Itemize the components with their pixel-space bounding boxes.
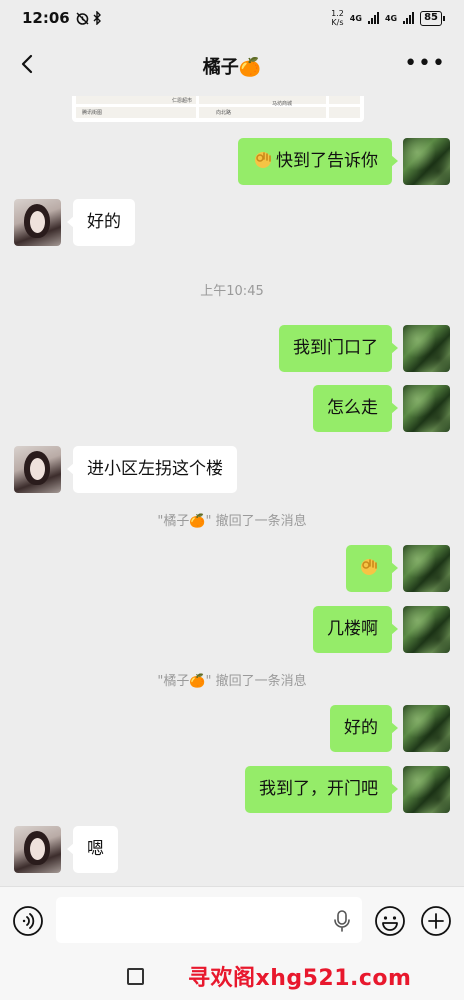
message-bubble[interactable]: 几楼啊	[313, 606, 398, 653]
watermark: 寻欢阁xhg521.com	[188, 966, 412, 991]
chat-header: 橘子🍊 •••	[0, 36, 464, 96]
status-right: 1.2 K/s 4G 4G 85	[331, 9, 445, 27]
my-avatar[interactable]	[403, 766, 450, 813]
map-thumbnail: 仁恩超市 腾讯街图 向北路 马坊商城	[76, 96, 360, 118]
bluetooth-icon	[93, 11, 101, 25]
message-bubble[interactable]: 怎么走	[313, 385, 398, 432]
map-label: 马坊商城	[272, 101, 293, 107]
status-icons	[76, 11, 102, 25]
signal-2-icon	[403, 12, 415, 24]
recall-notice: "橘子🍊" 撤回了一条消息	[157, 514, 307, 529]
emoji-icon[interactable]	[374, 905, 406, 937]
contact-avatar[interactable]	[14, 199, 61, 246]
ok-hand-icon	[255, 152, 271, 168]
contact-avatar[interactable]	[14, 826, 61, 873]
contact-avatar[interactable]	[14, 446, 61, 493]
ok-hand-icon	[361, 559, 377, 575]
more-dots-icon[interactable]: •••	[404, 53, 446, 75]
location-card[interactable]: 仁恩超市 腾讯街图 向北路 马坊商城	[72, 96, 364, 122]
message-bubble[interactable]: 快到了告诉你	[238, 138, 398, 185]
message-bubble[interactable]: 我到门口了	[279, 325, 398, 372]
message-list[interactable]: 仁恩超市 腾讯街图 向北路 马坊商城 快到了告诉你 好的 上午10:45 我到门…	[0, 96, 464, 886]
map-label: 仁恩超市	[172, 98, 193, 104]
message-bubble[interactable]: 好的	[330, 705, 398, 752]
alarm-icon	[76, 12, 89, 25]
my-avatar[interactable]	[403, 138, 450, 185]
my-avatar[interactable]	[403, 545, 450, 592]
status-bar: 12:06 1.2 K/s 4G 4G 85	[0, 0, 464, 36]
map-label: 腾讯街图	[82, 110, 103, 116]
message-input[interactable]	[56, 897, 362, 943]
status-time: 12:06	[22, 9, 70, 27]
recents-icon[interactable]	[127, 968, 144, 985]
chat-title: 橘子🍊	[202, 57, 262, 78]
my-avatar[interactable]	[403, 705, 450, 752]
my-avatar[interactable]	[403, 606, 450, 653]
chevron-left-icon[interactable]	[14, 50, 42, 78]
message-bubble[interactable]: 进小区左拐这个楼	[67, 446, 237, 493]
net-rate: 1.2 K/s	[331, 9, 344, 27]
mic-icon[interactable]	[332, 909, 352, 933]
signal-1-icon	[367, 12, 379, 24]
signal-1-label: 4G	[349, 13, 362, 23]
voice-icon[interactable]	[12, 905, 44, 937]
message-bubble[interactable]	[346, 545, 398, 592]
timestamp: 上午10:45	[200, 284, 264, 299]
battery-icon: 85	[420, 10, 445, 26]
map-label: 向北路	[216, 110, 232, 116]
signal-2-label: 4G	[384, 13, 398, 23]
my-avatar[interactable]	[403, 385, 450, 432]
message-bubble[interactable]: 嗯	[67, 826, 118, 873]
message-bubble[interactable]: 好的	[67, 199, 135, 246]
message-bubble[interactable]: 我到了，开门吧	[245, 766, 398, 813]
plus-icon[interactable]	[420, 905, 452, 937]
my-avatar[interactable]	[403, 325, 450, 372]
system-nav-bar: 寻欢阁xhg521.com	[0, 954, 464, 1000]
recall-notice: "橘子🍊" 撤回了一条消息	[157, 674, 307, 689]
input-bar	[0, 886, 464, 954]
